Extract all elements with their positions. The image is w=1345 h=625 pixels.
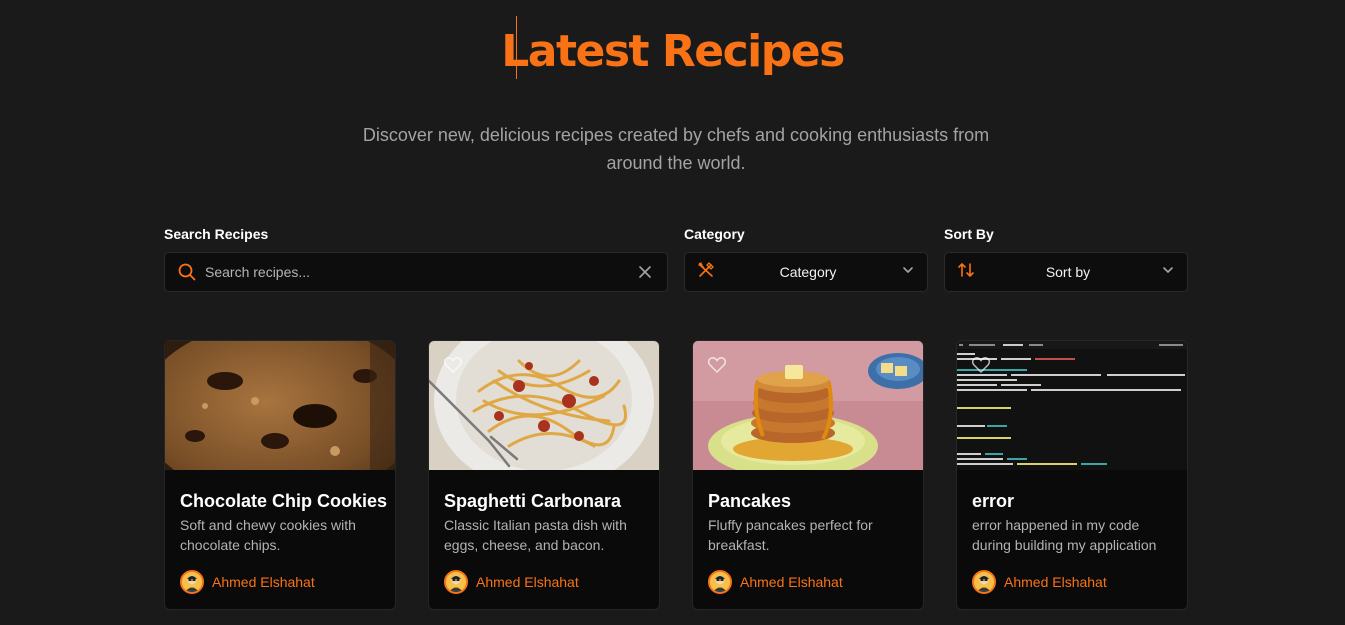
recipe-card[interactable]: Pancakes Fluffy pancakes perfect for bre… — [692, 340, 924, 610]
recipe-image — [693, 341, 923, 470]
search-label: Search Recipes — [164, 226, 269, 242]
avatar — [180, 570, 204, 594]
author-name: Ahmed Elshahat — [740, 574, 843, 590]
heart-icon[interactable] — [707, 355, 727, 375]
author-name: Ahmed Elshahat — [476, 574, 579, 590]
recipe-author[interactable]: Ahmed Elshahat — [708, 570, 843, 594]
avatar — [972, 570, 996, 594]
recipe-description: error happened in my code during buildin… — [972, 517, 1157, 553]
search-box — [164, 252, 668, 292]
avatar — [444, 570, 468, 594]
recipe-title: Spaghetti Carbonara — [444, 491, 622, 511]
chevron-down-icon — [1161, 263, 1175, 282]
recipe-title: Pancakes — [708, 491, 792, 511]
recipe-description: Fluffy pancakes perfect for breakfast. — [708, 517, 873, 553]
recipe-author[interactable]: Ahmed Elshahat — [180, 570, 315, 594]
category-label: Category — [684, 226, 745, 242]
search-icon — [177, 262, 197, 282]
chevron-down-icon — [901, 263, 915, 282]
recipe-image — [165, 341, 395, 470]
sort-arrows-icon — [957, 261, 975, 284]
recipe-image — [957, 341, 1187, 470]
avatar — [708, 570, 732, 594]
page-subtitle: Discover new, delicious recipes created … — [362, 125, 990, 173]
recipe-card[interactable]: error error happened in my code during b… — [956, 340, 1188, 610]
recipe-card[interactable]: Spaghetti Carbonara Classic Italian past… — [428, 340, 660, 610]
search-input[interactable] — [205, 264, 637, 280]
recipe-title: Chocolate Chip Cookies — [180, 491, 388, 511]
recipe-description: Soft and chewy cookies with chocolate ch… — [180, 517, 356, 553]
page-title: Latest Recipes — [501, 26, 845, 77]
recipe-image — [429, 341, 659, 470]
category-value: Category — [779, 264, 837, 280]
sort-value: Sort by — [1045, 264, 1091, 280]
recipe-author[interactable]: Ahmed Elshahat — [972, 570, 1107, 594]
heart-icon[interactable] — [971, 355, 991, 375]
close-icon[interactable] — [637, 264, 653, 280]
sort-label: Sort By — [944, 226, 994, 242]
sort-select[interactable]: Sort by — [944, 252, 1188, 292]
recipe-title: error — [972, 491, 1015, 511]
recipe-card[interactable]: Chocolate Chip Cookies Soft and chewy co… — [164, 340, 396, 610]
utensils-crossed-icon — [697, 261, 715, 284]
recipe-author[interactable]: Ahmed Elshahat — [444, 570, 579, 594]
author-name: Ahmed Elshahat — [1004, 574, 1107, 590]
heart-icon[interactable] — [443, 355, 463, 375]
author-name: Ahmed Elshahat — [212, 574, 315, 590]
recipe-description: Classic Italian pasta dish with eggs, ch… — [444, 517, 627, 553]
category-select[interactable]: Category — [684, 252, 928, 292]
